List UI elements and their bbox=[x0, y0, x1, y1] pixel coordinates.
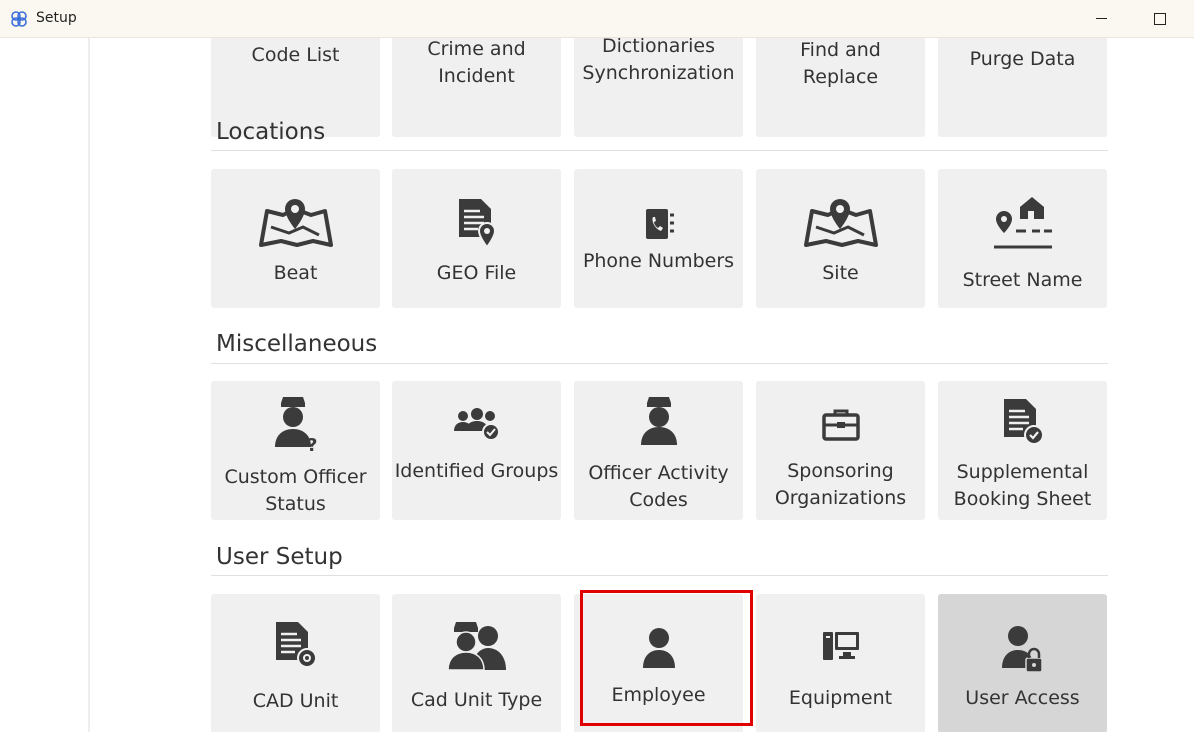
document-check-icon bbox=[938, 397, 1107, 449]
tile-label: Supplemental Booking Sheet bbox=[953, 461, 1092, 510]
officer-user-icon bbox=[392, 620, 561, 672]
tile-equipment[interactable]: Equipment bbox=[756, 594, 925, 732]
tile-label: Sponsoring Organizations bbox=[774, 460, 907, 509]
tile-identified-groups[interactable]: Identified Groups bbox=[392, 381, 561, 520]
tile-sponsoring-organizations[interactable]: Sponsoring Organizations bbox=[756, 381, 925, 520]
setup-content: Code List Crime and Incident Dictionarie… bbox=[90, 38, 1194, 732]
app-logo-icon bbox=[11, 11, 27, 27]
tile-cad-unit[interactable]: CAD Unit bbox=[211, 594, 380, 732]
tile-label: Purge Data bbox=[969, 48, 1076, 70]
section-title-locations: Locations bbox=[216, 119, 326, 145]
officer-question-icon: ? bbox=[211, 395, 380, 453]
street-house-icon bbox=[938, 193, 1107, 253]
employee-highlight-box bbox=[580, 590, 753, 726]
sidebar bbox=[0, 38, 90, 732]
computer-icon bbox=[756, 630, 925, 664]
tile-custom-officer-status[interactable]: ? Custom Officer Status bbox=[211, 381, 380, 520]
tile-label: Identified Groups bbox=[394, 460, 559, 482]
tile-label: Site bbox=[822, 262, 859, 284]
tile-label: Equipment bbox=[788, 687, 893, 709]
minimize-button[interactable] bbox=[1072, 0, 1130, 37]
tile-find-and-replace[interactable]: Find and Replace bbox=[756, 38, 925, 137]
tile-user-access[interactable]: User Access bbox=[938, 594, 1107, 732]
briefcase-icon bbox=[756, 407, 925, 441]
phone-book-icon bbox=[574, 207, 743, 241]
tile-label: Officer Activity Codes bbox=[588, 462, 729, 511]
minimize-icon bbox=[1095, 18, 1107, 19]
section-divider bbox=[211, 150, 1108, 151]
tile-purge-data[interactable]: Purge Data bbox=[938, 38, 1107, 137]
section-divider bbox=[211, 363, 1108, 364]
tile-geo-file[interactable]: GEO File bbox=[392, 169, 561, 308]
tile-site[interactable]: Site bbox=[756, 169, 925, 308]
tile-label: CAD Unit bbox=[252, 690, 339, 712]
tile-label: Code List bbox=[251, 44, 340, 66]
section-title-user-setup: User Setup bbox=[216, 544, 343, 570]
tile-label: Find and Replace bbox=[800, 39, 881, 88]
tile-label: User Access bbox=[965, 687, 1080, 709]
maximize-button[interactable] bbox=[1131, 0, 1189, 37]
tile-crime-and-incident[interactable]: Crime and Incident bbox=[392, 38, 561, 137]
tile-cad-unit-type[interactable]: Cad Unit Type bbox=[392, 594, 561, 732]
officer-icon bbox=[574, 395, 743, 447]
tile-street-name[interactable]: Street Name bbox=[938, 169, 1107, 308]
map-pin-icon bbox=[756, 197, 925, 249]
tile-dictionaries-synchronization[interactable]: Dictionaries Synchronization bbox=[574, 38, 743, 137]
tile-label: Custom Officer Status bbox=[224, 466, 367, 515]
section-divider bbox=[211, 575, 1108, 576]
group-check-icon bbox=[392, 407, 561, 441]
geo-document-icon bbox=[392, 197, 561, 249]
section-title-miscellaneous: Miscellaneous bbox=[216, 331, 378, 357]
tile-beat[interactable]: Beat bbox=[211, 169, 380, 308]
document-gear-icon bbox=[211, 620, 380, 672]
user-lock-icon bbox=[938, 624, 1107, 676]
tile-label: Beat bbox=[273, 262, 318, 284]
tile-phone-numbers[interactable]: Phone Numbers bbox=[574, 169, 743, 308]
tile-label: Street Name bbox=[962, 269, 1083, 291]
tile-label: Dictionaries Synchronization bbox=[582, 38, 735, 84]
tile-label: Cad Unit Type bbox=[410, 689, 543, 711]
tile-supplemental-booking-sheet[interactable]: Supplemental Booking Sheet bbox=[938, 381, 1107, 520]
maximize-icon bbox=[1154, 12, 1166, 25]
svg-text:?: ? bbox=[307, 435, 317, 453]
tile-officer-activity-codes[interactable]: Officer Activity Codes bbox=[574, 381, 743, 520]
map-pin-icon bbox=[211, 197, 380, 249]
title-bar: Setup bbox=[0, 0, 1194, 38]
tile-label: Phone Numbers bbox=[582, 250, 735, 272]
tile-label: Crime and Incident bbox=[427, 38, 526, 87]
tile-label: GEO File bbox=[436, 262, 517, 284]
window-title: Setup bbox=[36, 10, 77, 26]
